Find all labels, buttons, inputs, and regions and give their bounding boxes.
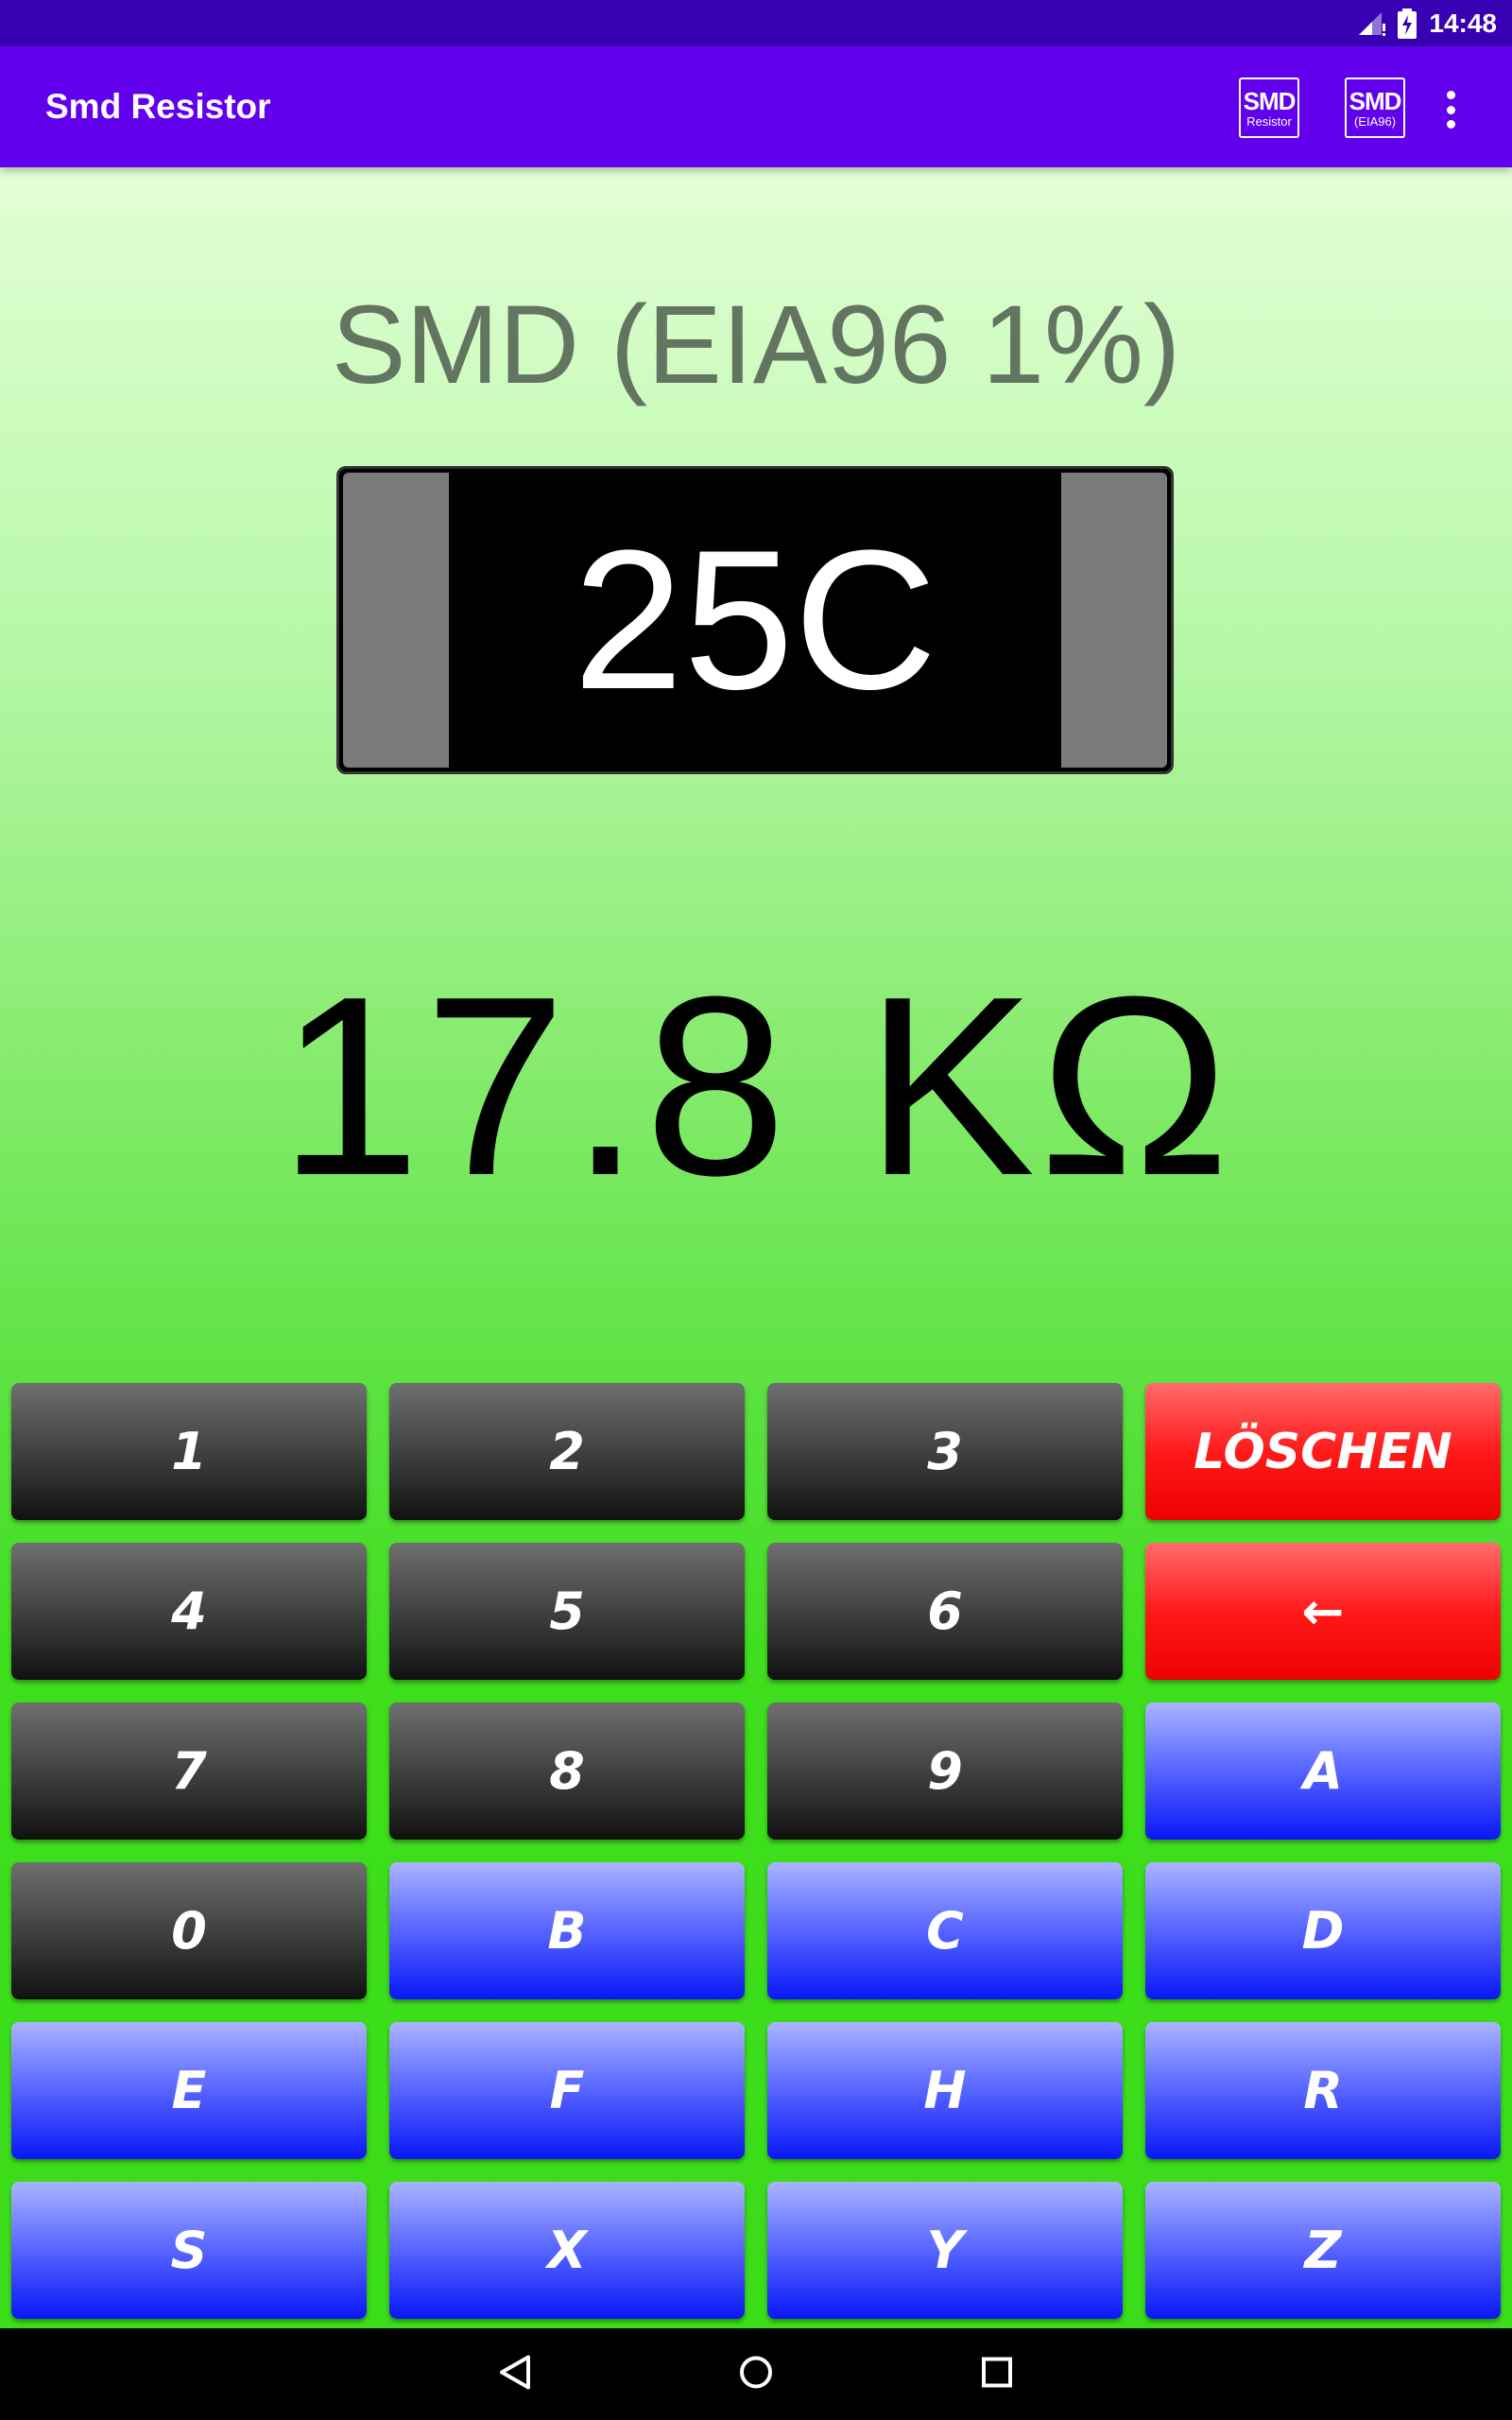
back-icon[interactable] bbox=[498, 2354, 532, 2394]
app-title: Smd Resistor bbox=[45, 87, 271, 126]
status-time: 14:48 bbox=[1429, 8, 1497, 38]
smd-resistor-button-sublabel: Resistor bbox=[1246, 113, 1292, 129]
key-y[interactable]: Y bbox=[767, 2182, 1123, 2319]
key-e[interactable]: E bbox=[11, 2022, 367, 2159]
key-7[interactable]: 7 bbox=[11, 1703, 367, 1840]
key-4[interactable]: 4 bbox=[11, 1543, 367, 1680]
key-s[interactable]: S bbox=[11, 2182, 367, 2319]
main-content: SMD (EIA96 1%) 25C 17.8 KΩ 1 2 3 LÖSCHEN… bbox=[0, 167, 1512, 2328]
smd-eia96-button[interactable]: SMD (EIA96) bbox=[1345, 78, 1405, 138]
key-b[interactable]: B bbox=[389, 1862, 745, 1999]
key-f[interactable]: F bbox=[389, 2022, 745, 2159]
backspace-button[interactable]: ← bbox=[1145, 1543, 1501, 1680]
key-1[interactable]: 1 bbox=[11, 1383, 367, 1520]
key-5[interactable]: 5 bbox=[389, 1543, 745, 1680]
smd-resistor-button[interactable]: SMD Resistor bbox=[1239, 78, 1299, 138]
key-8[interactable]: 8 bbox=[389, 1703, 745, 1840]
key-h[interactable]: H bbox=[767, 2022, 1123, 2159]
smd-resistor-button-label: SMD bbox=[1243, 86, 1297, 115]
key-x[interactable]: X bbox=[389, 2182, 745, 2319]
navigation-bar bbox=[0, 2328, 1512, 2420]
key-6[interactable]: 6 bbox=[767, 1543, 1123, 1680]
key-r[interactable]: R bbox=[1145, 2022, 1501, 2159]
key-a[interactable]: A bbox=[1145, 1703, 1501, 1840]
smd-eia96-button-label: SMD bbox=[1349, 86, 1402, 115]
signal-icon bbox=[1357, 10, 1386, 37]
key-9[interactable]: 9 bbox=[767, 1703, 1123, 1840]
key-0[interactable]: 0 bbox=[11, 1862, 367, 1999]
key-z[interactable]: Z bbox=[1145, 2182, 1501, 2319]
mode-title: SMD (EIA96 1%) bbox=[331, 283, 1181, 407]
status-bar: 14:48 bbox=[0, 0, 1512, 46]
resistance-value: 17.8 KΩ bbox=[278, 944, 1234, 1229]
home-icon[interactable] bbox=[737, 2353, 775, 2395]
app-bar: Smd Resistor SMD Resistor SMD (EIA96) bbox=[0, 46, 1512, 167]
resistor-code: 25C bbox=[573, 509, 937, 731]
more-vert-icon[interactable] bbox=[1436, 91, 1465, 129]
key-2[interactable]: 2 bbox=[389, 1383, 745, 1520]
battery-charging-icon bbox=[1397, 8, 1418, 39]
clear-button[interactable]: LÖSCHEN bbox=[1145, 1383, 1501, 1520]
recents-icon[interactable] bbox=[981, 2356, 1013, 2393]
key-c[interactable]: C bbox=[767, 1862, 1123, 1999]
key-d[interactable]: D bbox=[1145, 1862, 1501, 1999]
smd-resistor-graphic: 25C bbox=[336, 466, 1174, 774]
key-3[interactable]: 3 bbox=[767, 1383, 1123, 1520]
smd-eia96-button-sublabel: (EIA96) bbox=[1353, 113, 1397, 129]
